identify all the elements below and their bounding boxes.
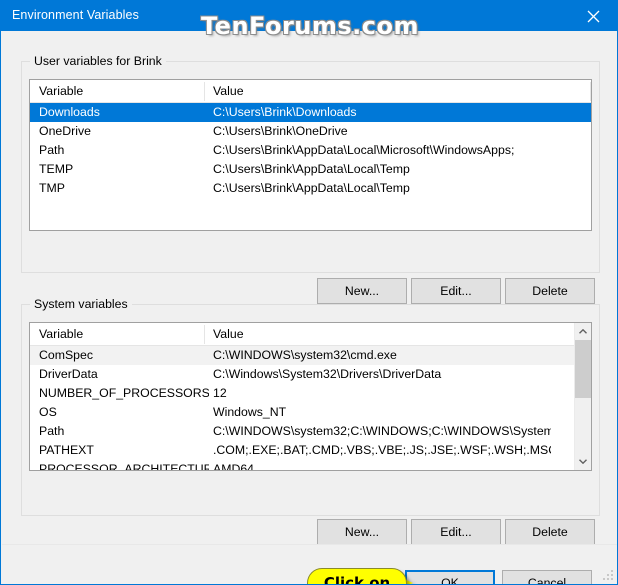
chevron-down-icon[interactable] [575,453,591,470]
ok-button[interactable]: OK [405,570,495,584]
user-variable-row[interactable]: Downloads C:\Users\Brink\Downloads [30,103,591,122]
system-column-divider[interactable] [204,325,205,344]
system-new-button[interactable]: New... [317,519,407,545]
system-variable-row[interactable]: DriverData C:\Windows\System32\Drivers\Dr… [30,365,591,384]
user-column-value[interactable]: Value [213,84,244,98]
system-variable-row[interactable]: ComSpec C:\WINDOWS\system32\cmd.exe [30,346,591,365]
system-list-header: Variable Value [30,323,591,346]
dialog-client-area: User variables for Brink Variable Value … [2,31,617,585]
system-column-value[interactable]: Value [213,327,244,341]
system-variable-value-cell: .COM;.EXE;.BAT;.CMD;.VBS;.VBE;.JS;.JSE;.… [213,443,551,457]
system-variable-value-cell: Windows_NT [213,405,287,419]
user-new-button[interactable]: New... [317,278,407,304]
user-column-divider[interactable] [204,82,205,101]
system-variables-label: System variables [30,297,132,311]
system-variable-row[interactable]: PROCESSOR_ARCHITECTURE AMD64 [30,460,591,470]
user-column-variable[interactable]: Variable [39,84,83,98]
user-variables-group: User variables for Brink Variable Value … [21,54,600,273]
system-variable-variable-cell: PROCESSOR_ARCHITECTURE [39,462,209,470]
user-variable-value-cell: C:\Users\Brink\Downloads [213,105,357,119]
user-variable-variable-cell: Downloads [39,105,100,119]
system-variable-variable-cell: NUMBER_OF_PROCESSORS [39,386,209,400]
system-variable-row[interactable]: OS Windows_NT [30,403,591,422]
system-variable-value-cell: 12 [213,386,227,400]
system-variable-value-cell: C:\Windows\System32\Drivers\DriverData [213,367,442,381]
user-variable-row[interactable]: TEMP C:\Users\Brink\AppData\Local\Temp [30,160,591,179]
user-variable-row[interactable]: OneDrive C:\Users\Brink\OneDrive [30,122,591,141]
system-delete-button[interactable]: Delete [505,519,595,545]
user-variable-value-cell: C:\Users\Brink\AppData\Local\Temp [213,181,410,195]
grip-dot [611,578,613,580]
footer-separator [2,544,617,545]
system-list-body: ComSpec C:\WINDOWS\system32\cmd.exe Driver… [30,346,591,470]
scrollbar-thumb[interactable] [575,340,591,398]
user-variable-value-cell: C:\Users\Brink\AppData\Local\Microsoft\W… [213,143,515,157]
resize-grip[interactable] [603,570,615,582]
system-edit-button[interactable]: Edit... [411,519,501,545]
system-variable-variable-cell: ComSpec [39,348,93,362]
close-icon[interactable] [571,1,617,31]
system-variable-row[interactable]: NUMBER_OF_PROCESSORS 12 [30,384,591,403]
user-variables-label: User variables for Brink [30,54,166,68]
system-list-scrollbar[interactable] [574,323,591,470]
system-variable-value-cell: AMD64 [213,462,255,470]
close-glyph [587,10,600,23]
system-variable-value-cell: C:\WINDOWS\system32\cmd.exe [213,348,397,362]
system-variables-list[interactable]: Variable Value ComSpec C:\WINDOWS\system3… [29,322,592,471]
user-delete-button[interactable]: Delete [505,278,595,304]
cancel-button[interactable]: Cancel [502,570,592,584]
system-column-variable[interactable]: Variable [39,327,83,341]
chevron-down-glyph [579,459,587,464]
system-variable-variable-cell: PATHEXT [39,443,94,457]
user-variable-variable-cell: Path [39,143,65,157]
title-bar[interactable]: Environment Variables [1,1,617,31]
chevron-up-glyph [579,329,587,334]
user-variable-variable-cell: OneDrive [39,124,91,138]
window-title: Environment Variables [12,8,139,22]
system-variable-variable-cell: Path [39,424,65,438]
click-on-callout: Click on [307,568,413,585]
system-variable-value-cell: C:\WINDOWS\system32;C:\WINDOWS;C:\WINDOW… [213,424,551,438]
system-variable-variable-cell: OS [39,405,57,419]
user-edit-button[interactable]: Edit... [411,278,501,304]
system-variable-row[interactable]: PATHEXT .COM;.EXE;.BAT;.CMD;.VBS;.VBE;.JS… [30,441,591,460]
user-list-header: Variable Value [30,80,591,103]
user-variable-row[interactable]: TMP C:\Users\Brink\AppData\Local\Temp [30,179,591,198]
user-variable-value-cell: C:\Users\Brink\AppData\Local\Temp [213,162,410,176]
grip-dot [607,574,609,576]
user-variable-variable-cell: TEMP [39,162,74,176]
grip-dot [611,570,613,572]
user-variable-variable-cell: TMP [39,181,65,195]
callout-label: Click on [323,574,391,585]
user-column-divider-end [590,82,591,101]
user-variables-list[interactable]: Variable Value Downloads C:\Users\Brink\D… [29,79,592,231]
user-list-body: Downloads C:\Users\Brink\Downloads OneDriv… [30,103,591,230]
grip-dot [607,578,609,580]
environment-variables-dialog: Environment Variables TenForums.com User… [0,0,618,585]
grip-dot [611,574,613,576]
user-variable-value-cell: C:\Users\Brink\OneDrive [213,124,348,138]
chevron-up-icon[interactable] [575,323,591,340]
user-variable-row[interactable]: Path C:\Users\Brink\AppData\Local\Microso… [30,141,591,160]
system-variable-variable-cell: DriverData [39,367,98,381]
system-variable-row[interactable]: Path C:\WINDOWS\system32;C:\WINDOWS;C:\WI… [30,422,591,441]
system-variables-group: System variables Variable Value ComSpec C… [21,297,600,516]
grip-dot [603,578,605,580]
